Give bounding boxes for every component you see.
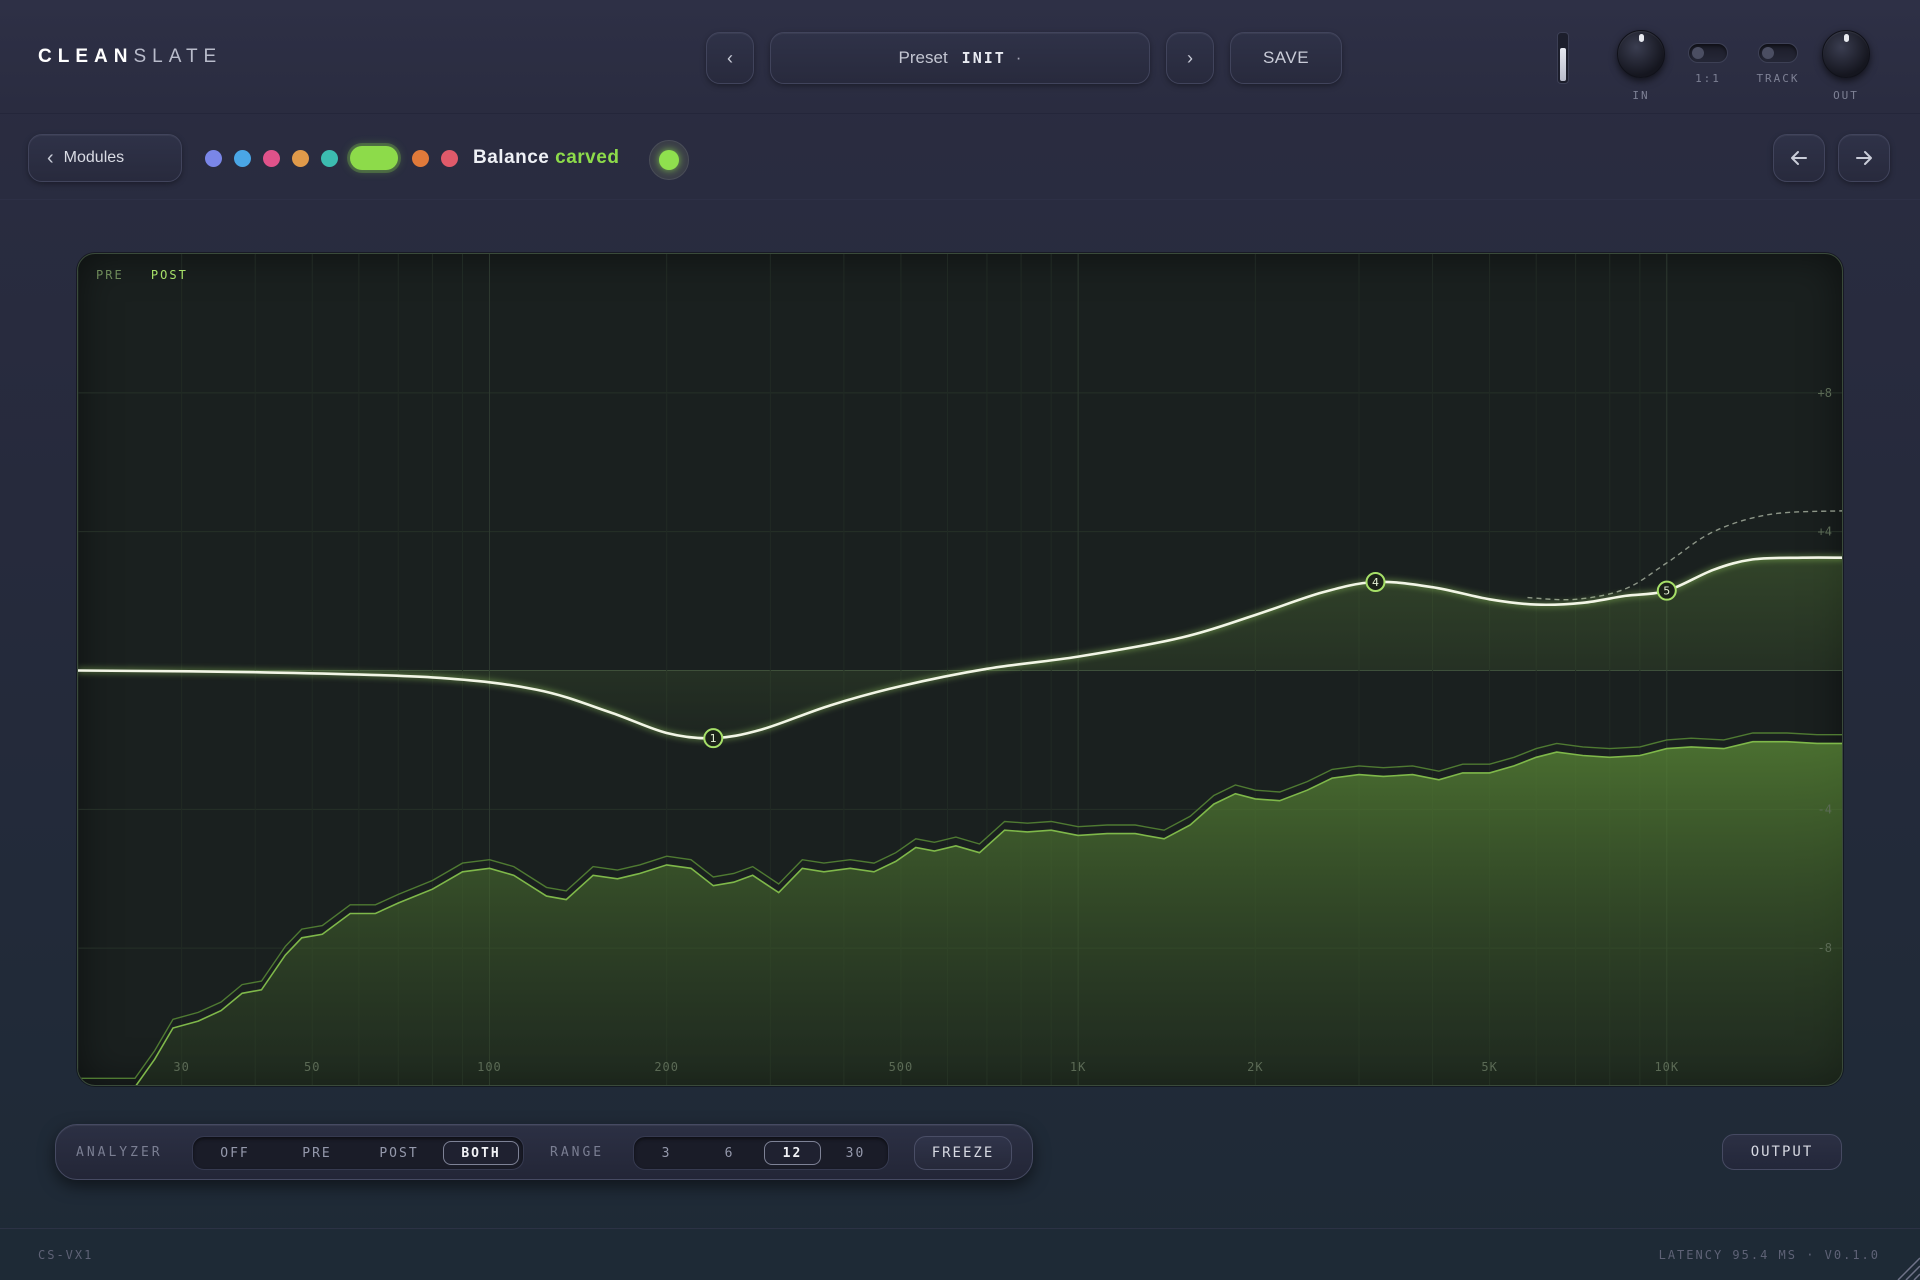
latency-version: LATENCY 95.4 MS · V0.1.0 bbox=[1658, 1248, 1880, 1262]
save-button[interactable]: SAVE bbox=[1230, 32, 1342, 84]
knob-indicator bbox=[1844, 34, 1849, 42]
analyzer-mode-both[interactable]: BOTH bbox=[443, 1141, 519, 1165]
freq-axis-label: 200 bbox=[654, 1060, 679, 1074]
output-knob-label: OUT bbox=[1833, 89, 1859, 102]
eq-display[interactable]: 1 4 5 30 50 100 200 500 1K 2K 5K 10K +8 +4 -4 -8 PRE PO… bbox=[77, 253, 1843, 1086]
freq-axis-label: 10K bbox=[1654, 1060, 1679, 1074]
eq-node-label: 1 bbox=[710, 732, 717, 745]
range-group: 3 6 12 30 bbox=[633, 1136, 889, 1170]
db-axis-label: -8 bbox=[1818, 941, 1832, 955]
knob-indicator bbox=[1639, 34, 1644, 42]
track-toggle[interactable] bbox=[1758, 43, 1798, 63]
modules-button-label: Modules bbox=[63, 149, 125, 166]
spectrum-post-fill bbox=[136, 741, 1842, 1085]
preset-next-button[interactable]: › bbox=[1166, 32, 1214, 84]
footer-divider bbox=[0, 1228, 1920, 1229]
one-to-one-label: 1:1 bbox=[1695, 72, 1721, 85]
preset-label: Preset bbox=[898, 48, 948, 67]
input-level-meter bbox=[1557, 32, 1569, 84]
db-axis-label: +4 bbox=[1818, 525, 1832, 539]
band-color-dot[interactable] bbox=[292, 150, 309, 167]
freq-axis-label: 50 bbox=[304, 1060, 320, 1074]
eq-graph[interactable]: 1 4 5 30 50 100 200 500 1K 2K 5K 10K +8 +4 -4 -8 bbox=[78, 254, 1843, 1086]
output-button[interactable]: OUTPUT bbox=[1722, 1134, 1842, 1170]
eq-node-label: 5 bbox=[1663, 585, 1670, 598]
analyzer-mode-group: OFF PRE POST BOTH bbox=[192, 1136, 524, 1170]
app-logo: CLEANSLATE bbox=[38, 46, 222, 68]
analyzer-label: ANALYZER bbox=[76, 1145, 163, 1160]
range-12[interactable]: 12 bbox=[764, 1141, 821, 1165]
band-color-dot[interactable] bbox=[412, 150, 429, 167]
band-title: Balance carved bbox=[473, 147, 619, 169]
modules-back-button[interactable]: ‹ Modules bbox=[28, 134, 182, 182]
chevron-right-icon: › bbox=[1187, 47, 1193, 68]
top-bar: CLEANSLATE ‹ Preset INIT · › SAVE IN 1:1… bbox=[0, 0, 1920, 114]
range-label: RANGE bbox=[550, 1145, 605, 1160]
output-gain-knob[interactable] bbox=[1822, 30, 1870, 78]
track-label: TRACK bbox=[1756, 72, 1800, 85]
band-color-dot[interactable] bbox=[321, 150, 338, 167]
analyzer-bar: ANALYZER OFF PRE POST BOTH RANGE 3 6 12 30 FRE… bbox=[55, 1124, 1033, 1180]
input-knob-label: IN bbox=[1632, 89, 1650, 102]
freeze-button[interactable]: FREEZE bbox=[914, 1136, 1012, 1170]
band-color-dot[interactable] bbox=[263, 150, 280, 167]
db-axis-label: +8 bbox=[1818, 386, 1832, 400]
logo-light-text: SLATE bbox=[133, 46, 223, 67]
eq-curve-fill bbox=[78, 557, 1842, 739]
db-axis-label: -4 bbox=[1818, 802, 1832, 816]
band-enable-button[interactable] bbox=[649, 140, 689, 180]
one-to-one-toggle[interactable] bbox=[1688, 43, 1728, 63]
band-color-dot[interactable] bbox=[205, 150, 222, 167]
model-id: CS-VX1 bbox=[38, 1248, 94, 1262]
resize-grip-icon[interactable] bbox=[1890, 1250, 1920, 1280]
preset-modified-marker: · bbox=[1015, 48, 1022, 67]
band-color-dot[interactable] bbox=[441, 150, 458, 167]
freq-axis-label: 1K bbox=[1070, 1060, 1086, 1074]
band-color-dot[interactable] bbox=[234, 150, 251, 167]
module-bar: ‹ Modules Balance carved bbox=[0, 114, 1920, 200]
range-30[interactable]: 30 bbox=[827, 1141, 884, 1165]
preset-selector[interactable]: Preset INIT · bbox=[770, 32, 1150, 84]
analyzer-legend: PRE POST bbox=[96, 268, 188, 282]
history-forward-button[interactable] bbox=[1838, 134, 1890, 182]
logo-bold-text: CLEAN bbox=[38, 46, 134, 67]
freq-axis-label: 30 bbox=[173, 1060, 189, 1074]
freq-axis-label: 500 bbox=[889, 1060, 914, 1074]
history-back-button[interactable] bbox=[1773, 134, 1825, 182]
preset-name: INIT bbox=[961, 49, 1006, 67]
band-color-selected[interactable] bbox=[350, 146, 398, 170]
legend-pre: PRE bbox=[96, 268, 124, 282]
eq-node-label: 4 bbox=[1372, 576, 1379, 589]
range-3[interactable]: 3 bbox=[638, 1141, 695, 1165]
input-gain-knob[interactable] bbox=[1617, 30, 1665, 78]
preset-prev-button[interactable]: ‹ bbox=[706, 32, 754, 84]
chevron-left-icon: ‹ bbox=[47, 146, 54, 169]
band-title-main: Balance bbox=[473, 147, 550, 168]
analyzer-mode-pre[interactable]: PRE bbox=[279, 1141, 355, 1165]
arrow-left-icon bbox=[1791, 151, 1807, 165]
analyzer-mode-off[interactable]: OFF bbox=[197, 1141, 273, 1165]
freq-axis-label: 5K bbox=[1481, 1060, 1497, 1074]
range-6[interactable]: 6 bbox=[701, 1141, 758, 1165]
arrow-right-icon bbox=[1856, 151, 1872, 165]
legend-post: POST bbox=[150, 268, 188, 282]
input-level-meter-fill bbox=[1560, 47, 1566, 81]
analyzer-mode-post[interactable]: POST bbox=[361, 1141, 437, 1165]
chevron-left-icon: ‹ bbox=[727, 47, 733, 68]
freq-axis-label: 2K bbox=[1247, 1060, 1263, 1074]
freq-axis-label: 100 bbox=[477, 1060, 502, 1074]
band-title-accent: carved bbox=[555, 147, 620, 168]
